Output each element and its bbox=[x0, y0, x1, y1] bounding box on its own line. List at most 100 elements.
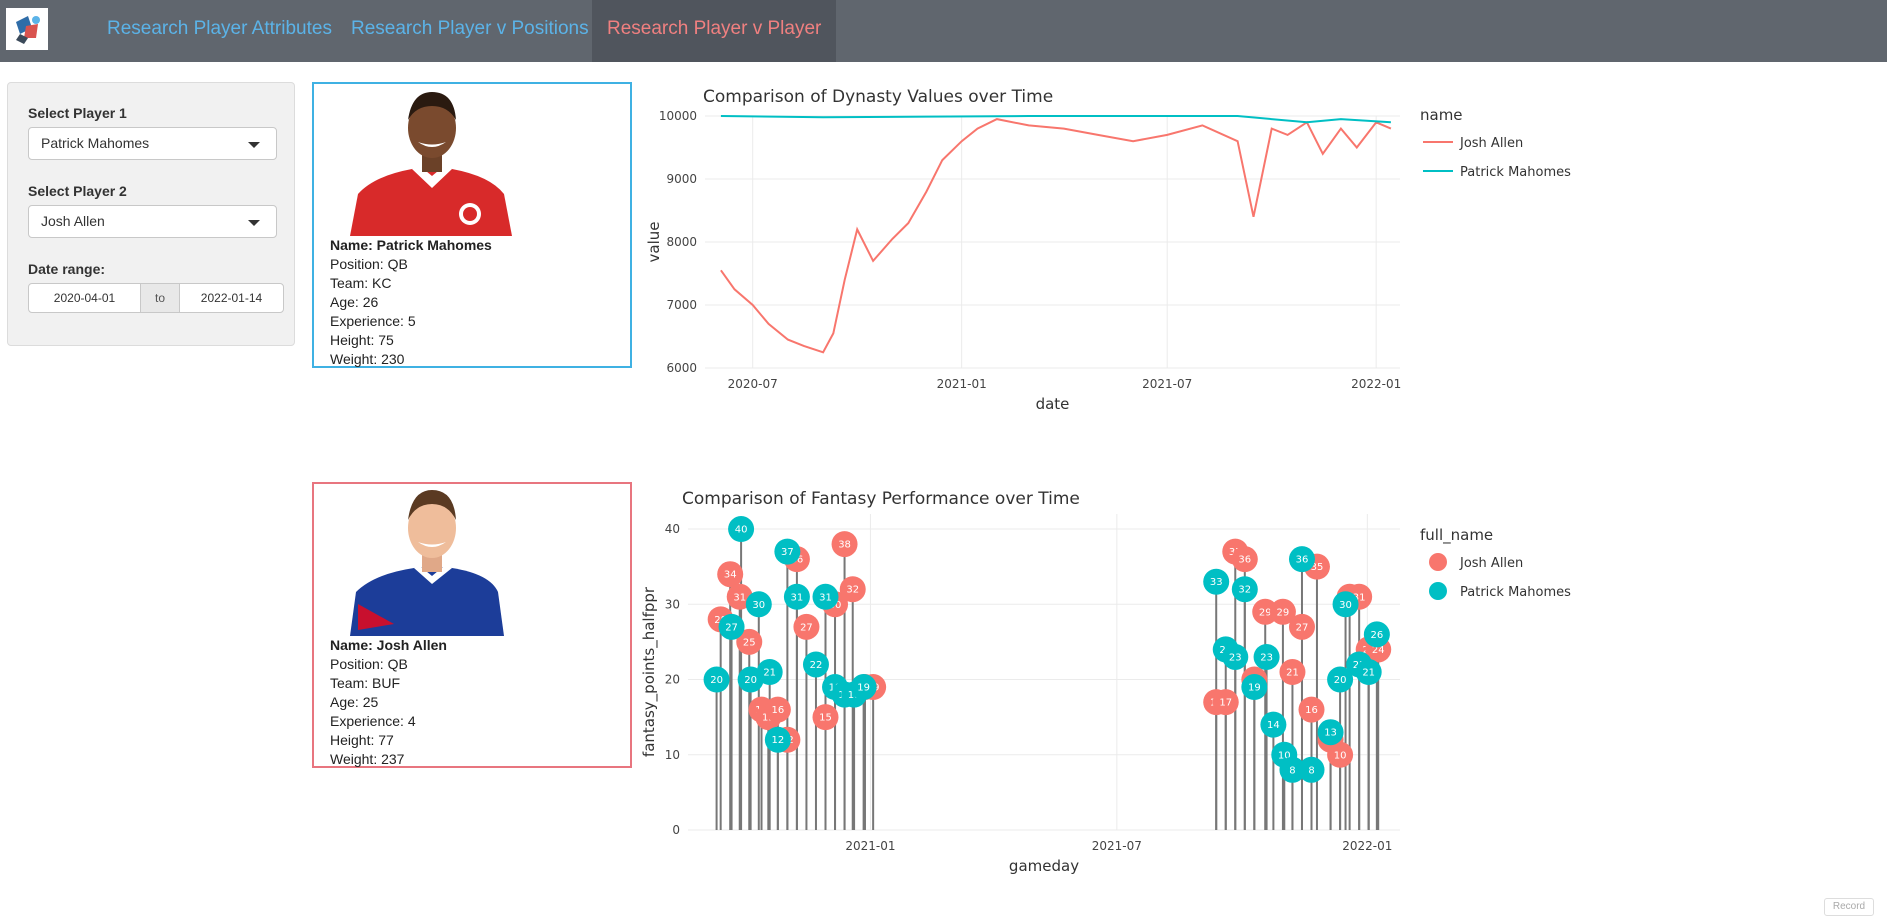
data-label: 12 bbox=[771, 735, 784, 746]
top-navbar: Research Player Attributes Research Play… bbox=[0, 0, 1887, 62]
data-label: 29 bbox=[1277, 607, 1290, 618]
record-button[interactable]: Record bbox=[1824, 898, 1874, 916]
data-label: 32 bbox=[846, 585, 859, 596]
app-logo[interactable] bbox=[6, 8, 48, 50]
data-label: 19 bbox=[857, 683, 870, 694]
data-label: 38 bbox=[838, 540, 851, 551]
data-label: 30 bbox=[752, 600, 765, 611]
data-label: 36 bbox=[1238, 555, 1251, 566]
data-label: 19 bbox=[1248, 683, 1261, 694]
player-1-experience: Experience: 5 bbox=[330, 313, 416, 329]
data-label: 27 bbox=[1296, 622, 1309, 633]
data-label: 27 bbox=[725, 622, 738, 633]
data-label: 36 bbox=[1296, 555, 1309, 566]
data-label: 26 bbox=[1370, 630, 1383, 641]
chart-title: Comparison of Fantasy Performance over T… bbox=[682, 489, 1080, 509]
y-tick-label: 9000 bbox=[666, 172, 697, 186]
chevron-down-icon bbox=[248, 142, 260, 148]
data-label: 15 bbox=[819, 713, 832, 724]
data-label: 17 bbox=[1219, 698, 1232, 709]
legend-label: Patrick Mahomes bbox=[1460, 585, 1571, 600]
data-label: 13 bbox=[1324, 728, 1337, 739]
legend-label: Patrick Mahomes bbox=[1460, 165, 1571, 180]
select-player-2-dropdown[interactable]: Josh Allen bbox=[28, 205, 277, 238]
player-2-name: Name: Josh Allen bbox=[330, 637, 447, 653]
data-label: 16 bbox=[1305, 705, 1318, 716]
player-1-weight: Weight: 230 bbox=[330, 351, 405, 367]
y-tick-label: 10 bbox=[665, 748, 680, 762]
logo-icon bbox=[16, 16, 40, 44]
player-2-experience: Experience: 4 bbox=[330, 713, 416, 729]
x-tick-label: 2020-07 bbox=[728, 377, 778, 391]
data-label: 23 bbox=[1260, 652, 1273, 663]
player-2-position: Position: QB bbox=[330, 656, 408, 672]
x-tick-label: 2021-07 bbox=[1142, 377, 1192, 391]
select-player-1-value: Patrick Mahomes bbox=[41, 135, 150, 151]
y-tick-label: 40 bbox=[665, 522, 680, 536]
x-axis-title: date bbox=[1036, 395, 1070, 413]
select-player-2-label: Select Player 2 bbox=[28, 183, 127, 199]
player-2-height: Height: 77 bbox=[330, 732, 394, 748]
data-label: 10 bbox=[1334, 750, 1347, 761]
data-label: 27 bbox=[800, 622, 813, 633]
player-2-photo bbox=[350, 490, 504, 636]
data-label: 21 bbox=[1362, 668, 1375, 679]
data-label: 20 bbox=[1334, 675, 1347, 686]
data-label: 37 bbox=[781, 547, 794, 558]
y-axis-title: fantasy_points_halfppr bbox=[640, 586, 659, 757]
player-1-card: Name: Patrick Mahomes Position: QB Team:… bbox=[312, 82, 632, 368]
legend-key bbox=[1429, 553, 1447, 571]
fantasy-performance-chart: Comparison of Fantasy Performance over T… bbox=[640, 489, 1571, 875]
legend-title: full_name bbox=[1420, 526, 1493, 545]
player-2-age: Age: 25 bbox=[330, 694, 379, 710]
y-tick-label: 8000 bbox=[666, 235, 697, 249]
data-label: 20 bbox=[710, 675, 723, 686]
select-player-2-value: Josh Allen bbox=[41, 213, 105, 229]
data-label: 25 bbox=[743, 637, 756, 648]
data-label: 40 bbox=[735, 525, 748, 536]
y-tick-label: 20 bbox=[665, 673, 680, 687]
legend-label: Josh Allen bbox=[1459, 136, 1523, 151]
y-tick-label: 30 bbox=[665, 597, 680, 611]
data-label: 34 bbox=[724, 570, 737, 581]
date-range-start-input[interactable]: 2020-04-01 bbox=[28, 283, 141, 313]
data-label: 21 bbox=[1286, 668, 1299, 679]
player-2-team: Team: BUF bbox=[330, 675, 401, 691]
data-label: 31 bbox=[819, 592, 832, 603]
data-label: 32 bbox=[1238, 585, 1251, 596]
data-label: 31 bbox=[733, 592, 746, 603]
tab-research-player-v-player[interactable]: Research Player v Player bbox=[592, 0, 837, 62]
data-label: 21 bbox=[763, 668, 776, 679]
data-label: 8 bbox=[1308, 765, 1314, 776]
data-label: 23 bbox=[1229, 652, 1242, 663]
y-tick-label: 6000 bbox=[666, 361, 697, 375]
data-label: 31 bbox=[791, 592, 804, 603]
data-label: 20 bbox=[744, 675, 757, 686]
data-label: 22 bbox=[810, 660, 823, 671]
player-1-photo bbox=[350, 92, 512, 236]
y-tick-label: 0 bbox=[672, 823, 680, 837]
data-label: 14 bbox=[1267, 720, 1280, 731]
x-tick-label: 2021-01 bbox=[845, 839, 895, 853]
date-range-label: Date range: bbox=[28, 261, 106, 277]
y-tick-label: 10000 bbox=[659, 109, 697, 123]
data-label: 8 bbox=[1289, 765, 1295, 776]
tab-research-player-v-positions[interactable]: Research Player v Positions bbox=[336, 0, 604, 62]
player-1-age: Age: 26 bbox=[330, 294, 379, 310]
x-tick-label: 2022-01 bbox=[1351, 377, 1401, 391]
tab-research-player-attributes[interactable]: Research Player Attributes bbox=[92, 0, 347, 62]
chevron-down-icon bbox=[248, 220, 260, 226]
date-range-end-input[interactable]: 2022-01-14 bbox=[179, 283, 284, 313]
select-player-1-dropdown[interactable]: Patrick Mahomes bbox=[28, 127, 277, 160]
data-label: 33 bbox=[1210, 577, 1223, 588]
data-label: 16 bbox=[771, 705, 784, 716]
player-1-name: Name: Patrick Mahomes bbox=[330, 237, 492, 253]
x-axis-title: gameday bbox=[1009, 857, 1079, 875]
x-tick-label: 2022-01 bbox=[1342, 839, 1392, 853]
select-player-1-label: Select Player 1 bbox=[28, 105, 127, 121]
player-1-team: Team: KC bbox=[330, 275, 392, 291]
dynasty-values-chart: Comparison of Dynasty Values over Time 60… bbox=[645, 87, 1571, 413]
data-label: 30 bbox=[1339, 600, 1352, 611]
y-axis-title: value bbox=[645, 222, 663, 263]
player-2-weight: Weight: 237 bbox=[330, 751, 405, 767]
